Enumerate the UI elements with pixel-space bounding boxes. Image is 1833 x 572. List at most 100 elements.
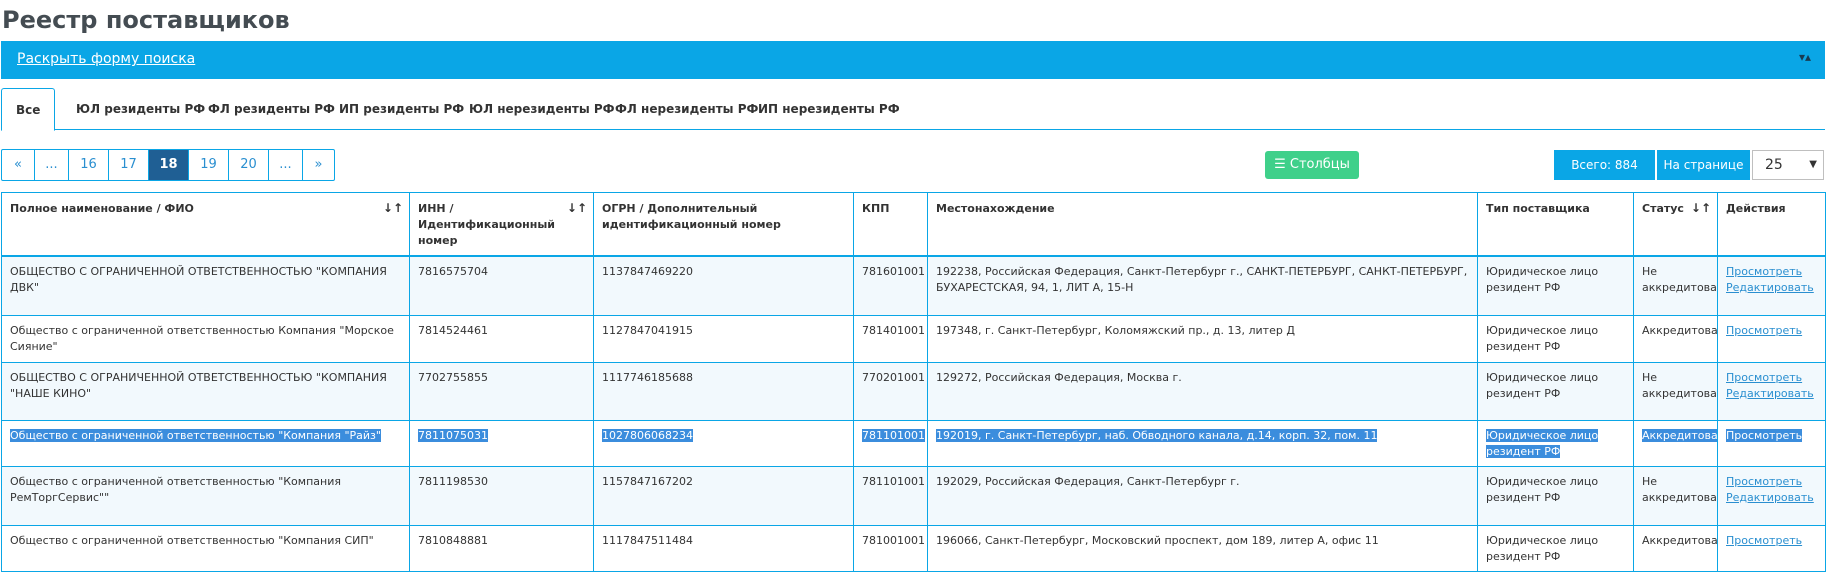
- cell-ogrn: 1027806068234: [593, 419, 854, 467]
- column-header-address: Местонахождение: [927, 192, 1478, 257]
- chevron-down-icon: ▼: [1809, 159, 1817, 170]
- view-link[interactable]: Просмотреть: [1726, 323, 1817, 339]
- cell-kpp: 781101001: [853, 465, 928, 526]
- page-button[interactable]: 17: [108, 150, 148, 180]
- columns-icon: ☰: [1274, 157, 1286, 172]
- view-link[interactable]: Просмотреть: [1726, 428, 1803, 442]
- cell-actions: Просмотреть: [1717, 314, 1826, 363]
- cell-name: ОБЩЕСТВО С ОГРАНИЧЕННОЙ ОТВЕТСТВЕННОСТЬЮ…: [1, 361, 410, 421]
- cell-status: Аккредитован: [1633, 419, 1718, 467]
- cell-status: Не аккредитован: [1633, 255, 1718, 316]
- per-page-label: На странице: [1657, 150, 1750, 180]
- tab-all[interactable]: Все: [1, 88, 56, 131]
- cell-actions: Просмотреть Редактировать: [1717, 361, 1826, 421]
- cell-status: Аккредитован: [1633, 314, 1718, 363]
- cell-ogrn: 1127847041915: [593, 314, 854, 363]
- cell-status: Не аккредитован: [1633, 465, 1718, 526]
- column-header-ogrn: ОГРН / Дополнительный идентификационный …: [593, 192, 854, 257]
- cell-actions: Просмотреть Редактировать: [1717, 255, 1826, 316]
- cell-name: Общество с ограниченной ответственностью…: [1, 314, 410, 363]
- columns-button-label: Столбцы: [1289, 157, 1350, 172]
- cell-status: Не аккредитован: [1633, 361, 1718, 421]
- cell-type: Юридическое лицо резидент РФ: [1477, 361, 1634, 421]
- edit-link[interactable]: Редактировать: [1726, 280, 1817, 296]
- sort-icon[interactable]: ▾▴: [1799, 50, 1811, 64]
- cell-actions: Просмотреть: [1717, 419, 1826, 467]
- suppliers-table: Полное наименование / ФИО ↓↑ ИНН / Иденти…: [1, 192, 1826, 572]
- column-header-actions: Действия: [1717, 192, 1826, 257]
- cell-address: 192029, Российская Федерация, Санкт-Пете…: [927, 465, 1478, 526]
- cell-kpp: 781601001: [853, 255, 928, 316]
- cell-inn: 7814524461: [409, 314, 594, 363]
- cell-status: Аккредитован: [1633, 524, 1718, 572]
- pagination: « ... 16 17 18 19 20 ... »: [1, 149, 335, 181]
- cell-name: Общество с ограниченной ответственностью…: [1, 465, 410, 526]
- view-link[interactable]: Просмотреть: [1726, 370, 1817, 386]
- cell-actions: Просмотреть: [1717, 524, 1826, 572]
- cell-ogrn: 1157847167202: [593, 465, 854, 526]
- cell-type: Юридическое лицо резидент РФ: [1477, 255, 1634, 316]
- cell-inn: 7811198530: [409, 465, 594, 526]
- page-title: Реестр поставщиков: [2, 6, 290, 34]
- cell-inn: 7811075031: [409, 419, 594, 467]
- column-header-type: Тип поставщика: [1477, 192, 1634, 257]
- cell-kpp: 781001001: [853, 524, 928, 572]
- table-row[interactable]: ОБЩЕСТВО С ОГРАНИЧЕННОЙ ОТВЕТСТВЕННОСТЬЮ…: [1, 255, 1826, 316]
- cell-kpp: 781101001: [853, 419, 928, 467]
- cell-name: ОБЩЕСТВО С ОГРАНИЧЕННОЙ ОТВЕТСТВЕННОСТЬЮ…: [1, 255, 410, 316]
- table-header-row: Полное наименование / ФИО ↓↑ ИНН / Иденти…: [1, 192, 1826, 257]
- edit-link[interactable]: Редактировать: [1726, 490, 1817, 506]
- table-row[interactable]: Общество с ограниченной ответственностью…: [1, 465, 1826, 526]
- view-link[interactable]: Просмотреть: [1726, 474, 1817, 490]
- column-header-status[interactable]: Статус ↓↑: [1633, 192, 1718, 257]
- per-page-value: 25: [1765, 157, 1783, 173]
- page-button[interactable]: 16: [68, 150, 108, 180]
- column-header-name[interactable]: Полное наименование / ФИО ↓↑: [1, 192, 410, 257]
- table-row[interactable]: ОБЩЕСТВО С ОГРАНИЧЕННОЙ ОТВЕТСТВЕННОСТЬЮ…: [1, 361, 1826, 421]
- cell-address: 192019, г. Санкт-Петербург, наб. Обводно…: [927, 419, 1478, 467]
- cell-inn: 7816575704: [409, 255, 594, 316]
- search-panel-header[interactable]: Раскрыть форму поиска ▾▴: [1, 41, 1825, 79]
- table-row[interactable]: Общество с ограниченной ответственностью…: [1, 314, 1826, 363]
- cell-type: Юридическое лицо резидент РФ: [1477, 465, 1634, 526]
- columns-button[interactable]: ☰ Столбцы: [1265, 151, 1359, 179]
- cell-type: Юридическое лицо резидент РФ: [1477, 419, 1634, 467]
- cell-type: Юридическое лицо резидент РФ: [1477, 314, 1634, 363]
- per-page-select[interactable]: 25 ▼: [1752, 150, 1824, 180]
- cell-ogrn: 1117847511484: [593, 524, 854, 572]
- cell-kpp: 770201001: [853, 361, 928, 421]
- cell-ogrn: 1137847469220: [593, 255, 854, 316]
- cell-inn: 7702755855: [409, 361, 594, 421]
- page-ellipsis-left[interactable]: ...: [34, 150, 68, 180]
- tab-ip-nonresidents[interactable]: ИП нерезиденты РФ: [744, 88, 914, 130]
- total-count: Всего: 884: [1554, 150, 1655, 180]
- cell-address: 129272, Российская Федерация, Москва г.: [927, 361, 1478, 421]
- sort-icon[interactable]: ↓↑: [567, 200, 587, 216]
- cell-address: 196066, Санкт-Петербург, Московский прос…: [927, 524, 1478, 572]
- supplier-type-tabs: Все ЮЛ резиденты РФ ФЛ резиденты РФ ИП р…: [1, 88, 1825, 131]
- column-header-kpp: КПП: [853, 192, 928, 257]
- page-ellipsis-right[interactable]: ...: [268, 150, 302, 180]
- table-row-selected[interactable]: Общество с ограниченной ответственностью…: [1, 419, 1826, 467]
- cell-type: Юридическое лицо резидент РФ: [1477, 524, 1634, 572]
- view-link[interactable]: Просмотреть: [1726, 533, 1817, 549]
- cell-name: Общество с ограниченной ответственностью…: [1, 419, 410, 467]
- edit-link[interactable]: Редактировать: [1726, 386, 1817, 402]
- cell-ogrn: 1117746185688: [593, 361, 854, 421]
- cell-kpp: 781401001: [853, 314, 928, 363]
- expand-search-link[interactable]: Раскрыть форму поиска: [17, 51, 195, 67]
- page-last-button[interactable]: »: [302, 150, 334, 180]
- column-header-inn[interactable]: ИНН / Идентификационный номер ↓↑: [409, 192, 594, 257]
- cell-address: 192238, Российская Федерация, Санкт-Пете…: [927, 255, 1478, 316]
- page-button[interactable]: 19: [188, 150, 228, 180]
- page-button[interactable]: 20: [228, 150, 268, 180]
- sort-icon[interactable]: ↓↑: [383, 200, 403, 216]
- cell-inn: 7810848881: [409, 524, 594, 572]
- page-first-button[interactable]: «: [2, 150, 34, 180]
- page-button-current[interactable]: 18: [148, 150, 188, 180]
- sort-icon[interactable]: ↓↑: [1691, 200, 1711, 216]
- view-link[interactable]: Просмотреть: [1726, 264, 1817, 280]
- cell-actions: Просмотреть Редактировать: [1717, 465, 1826, 526]
- table-row[interactable]: Общество с ограниченной ответственностью…: [1, 524, 1826, 572]
- cell-name: Общество с ограниченной ответственностью…: [1, 524, 410, 572]
